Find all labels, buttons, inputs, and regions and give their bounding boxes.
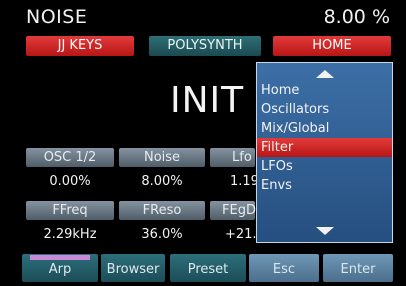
menu-item-envs[interactable]: Envs: [257, 176, 392, 195]
knob-label-ffreq[interactable]: FFreq: [26, 201, 114, 220]
menu-item-filter[interactable]: Filter: [257, 138, 392, 157]
preset-button[interactable]: Preset: [170, 254, 246, 282]
knob-label-noise[interactable]: Noise: [119, 148, 205, 167]
arp-active-indicator: [30, 255, 90, 260]
knob-value-osc12: 0.00%: [49, 174, 91, 189]
jj-keys-button[interactable]: JJ KEYS: [26, 36, 134, 56]
preset-name: INIT: [170, 80, 245, 121]
home-button[interactable]: HOME: [273, 36, 391, 56]
knob-value-ffreq: 2.29kHz: [43, 227, 97, 242]
page-menu-dropdown[interactable]: Home Oscillators Mix/Global Filter LFOs …: [256, 62, 393, 243]
knob-value-fegd: +21.: [225, 227, 257, 242]
polysynth-button[interactable]: POLYSYNTH: [149, 36, 261, 56]
menu-item-home[interactable]: Home: [257, 81, 392, 100]
knob-label-lfo[interactable]: Lfo: [210, 148, 255, 167]
browser-button[interactable]: Browser: [101, 254, 165, 282]
scroll-up-icon[interactable]: [315, 70, 334, 78]
knob-label-freso[interactable]: FReso: [119, 201, 205, 220]
menu-item-lfos[interactable]: LFOs: [257, 157, 392, 176]
synth-screen: NOISE 8.00 % JJ KEYS POLYSYNTH HOME INIT…: [0, 0, 406, 284]
parameter-name: NOISE: [26, 6, 88, 28]
knob-value-freso: 36.0%: [141, 227, 183, 242]
menu-item-oscillators[interactable]: Oscillators: [257, 100, 392, 119]
knob-value-noise: 8.00%: [141, 174, 183, 189]
menu-item-mix-global[interactable]: Mix/Global: [257, 119, 392, 138]
knob-label-fegd[interactable]: FEgD: [210, 201, 256, 220]
esc-button[interactable]: Esc: [249, 254, 319, 282]
parameter-value: 8.00 %: [323, 6, 390, 28]
enter-button[interactable]: Enter: [323, 254, 393, 282]
knob-label-osc12[interactable]: OSC 1/2: [26, 148, 114, 167]
scroll-down-icon[interactable]: [315, 227, 334, 235]
